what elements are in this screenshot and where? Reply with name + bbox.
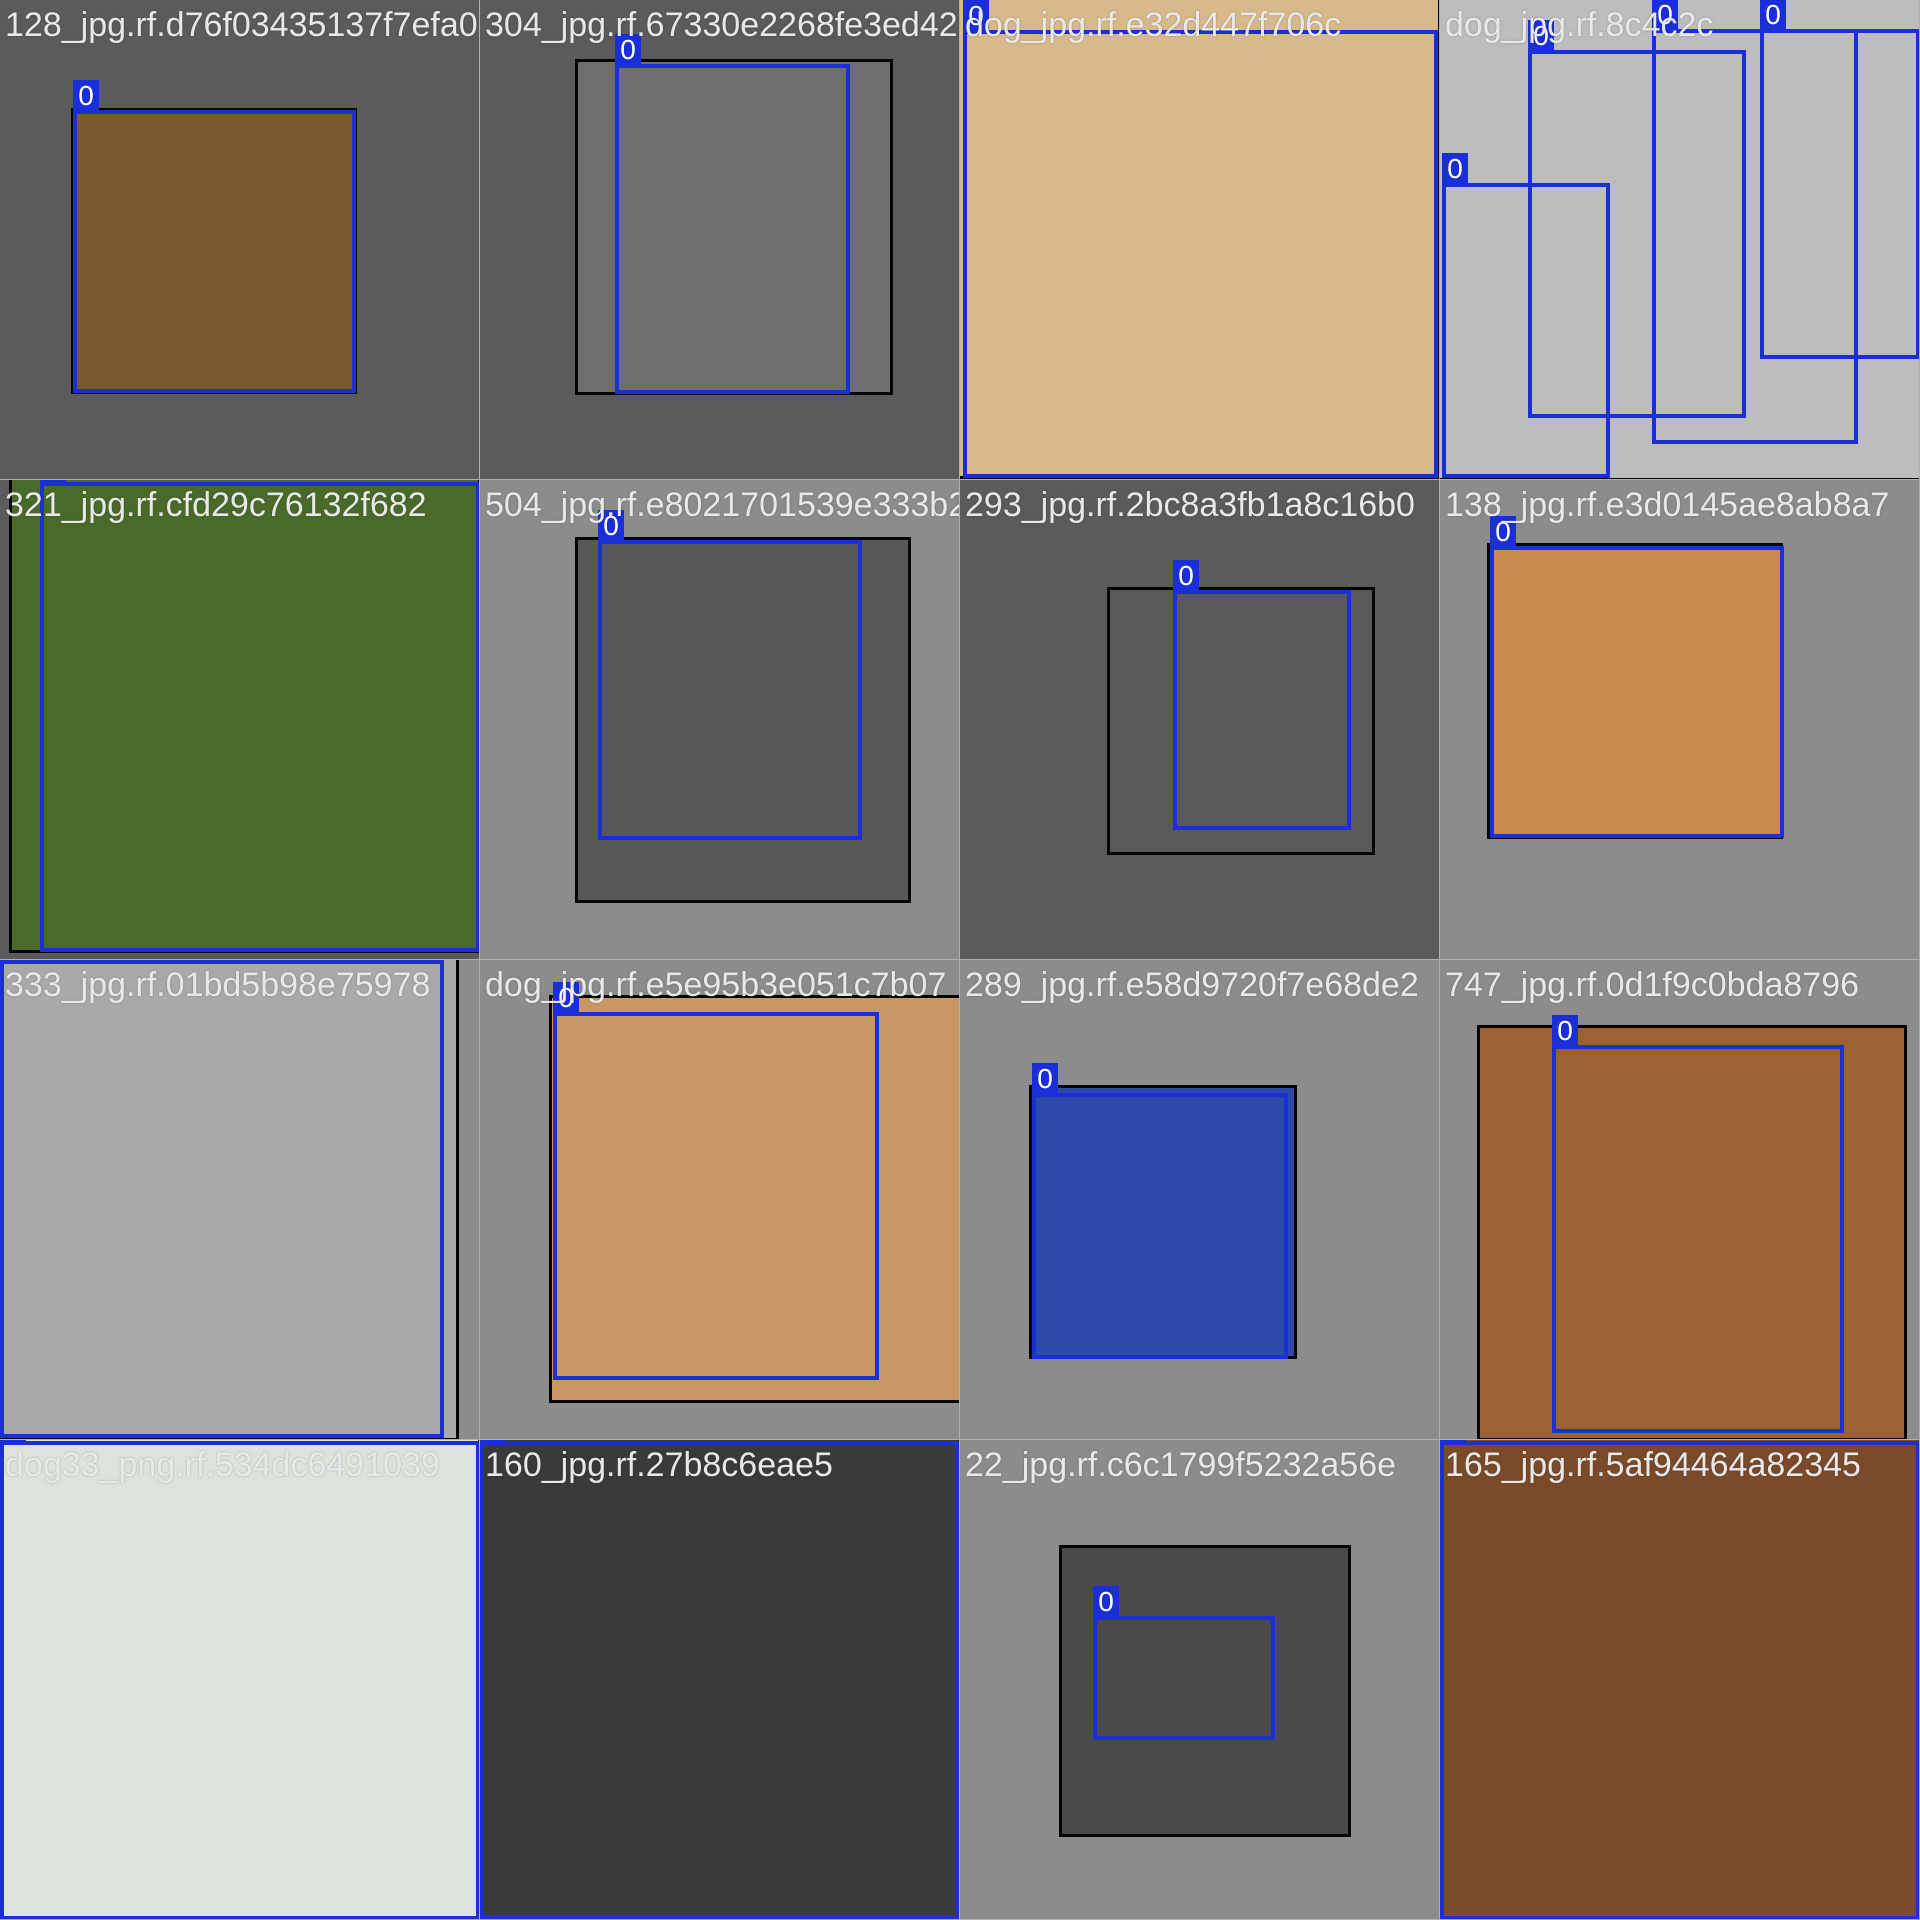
class-label: 0 bbox=[1032, 1063, 1058, 1095]
image-filename: 333_jpg.rf.01bd5b98e75978 bbox=[5, 966, 431, 1004]
bounding-box: 0 bbox=[1093, 1586, 1275, 1740]
bounding-box: 0 bbox=[1032, 1063, 1288, 1359]
image-filename: 289_jpg.rf.e58d9720f7e68de2 bbox=[965, 966, 1419, 1004]
class-label: 0 bbox=[1440, 1440, 1466, 1443]
class-label: 0 bbox=[73, 80, 99, 112]
bounding-box: 0 bbox=[0, 1440, 479, 1919]
mosaic-tile: 0 304_jpg.rf.67330e2268fe3ed4292 bbox=[480, 0, 960, 480]
mosaic-tile: 0 504_jpg.rf.e8021701539e333b2 bbox=[480, 480, 960, 960]
mosaic-tile: 0 dog_jpg.rf.e32d447f706c bbox=[960, 0, 1440, 480]
detection-mosaic: 0 128_jpg.rf.d76f03435137f7efa0 0 304_jp… bbox=[0, 0, 1920, 1920]
mosaic-tile: 0 138_jpg.rf.e3d0145ae8ab8a7 bbox=[1440, 480, 1920, 960]
image-filename: 165_jpg.rf.5af94464a82345 bbox=[1445, 1446, 1861, 1484]
image-filename: 321_jpg.rf.cfd29c76132f682 bbox=[5, 486, 427, 524]
mosaic-tile: 0 321_jpg.rf.cfd29c76132f682 bbox=[0, 480, 480, 960]
image-filename: dog_jpg.rf.8c4c2c bbox=[1445, 6, 1714, 44]
image-filename: 22_jpg.rf.c6c1799f5232a56e bbox=[965, 1446, 1397, 1484]
mosaic-tile: 0 128_jpg.rf.d76f03435137f7efa0 bbox=[0, 0, 480, 480]
class-label: 0 bbox=[1173, 560, 1199, 592]
bounding-box: 0 bbox=[1173, 560, 1351, 830]
image-filename: 293_jpg.rf.2bc8a3fb1a8c16b0 bbox=[965, 486, 1415, 524]
class-label: 0 bbox=[0, 960, 26, 962]
bounding-box: 0 bbox=[1440, 1440, 1919, 1919]
image-filename: dog_jpg.rf.e5e95b3e051c7b07 bbox=[485, 966, 947, 1004]
bounding-box: 0 bbox=[0, 960, 444, 1438]
image-filename: 504_jpg.rf.e8021701539e333b2 bbox=[485, 486, 960, 524]
class-label: 0 bbox=[40, 480, 66, 484]
image-filename: 304_jpg.rf.67330e2268fe3ed4292 bbox=[485, 6, 960, 44]
mosaic-tile: 0 160_jpg.rf.27b8c6eae5 bbox=[480, 1440, 960, 1920]
bounding-box: 0 bbox=[1760, 0, 1919, 359]
class-label: 0 bbox=[1552, 1015, 1578, 1047]
bounding-box: 0 bbox=[598, 510, 862, 840]
image-filename: dog33_png.rf.534dc6491039 bbox=[5, 1446, 440, 1484]
class-label: 0 bbox=[1442, 153, 1468, 185]
mosaic-tile: 0 333_jpg.rf.01bd5b98e75978 bbox=[0, 960, 480, 1440]
bounding-box: 0 bbox=[40, 480, 479, 952]
bounding-box: 0 bbox=[1490, 516, 1784, 838]
bounding-box: 0 bbox=[615, 34, 850, 394]
mosaic-tile: 0 289_jpg.rf.e58d9720f7e68de2 bbox=[960, 960, 1440, 1440]
class-label: 0 bbox=[1760, 0, 1786, 31]
mosaic-tile: 0 dog33_png.rf.534dc6491039 bbox=[0, 1440, 480, 1920]
bounding-box: 0 bbox=[553, 982, 879, 1380]
mosaic-tile: 0 22_jpg.rf.c6c1799f5232a56e bbox=[960, 1440, 1440, 1920]
mosaic-tile: 0 dog_jpg.rf.e5e95b3e051c7b07 bbox=[480, 960, 960, 1440]
image-filename: dog_jpg.rf.e32d447f706c bbox=[965, 6, 1342, 44]
image-filename: 747_jpg.rf.0d1f9c0bda8796 bbox=[1445, 966, 1860, 1004]
mosaic-tile: 0 165_jpg.rf.5af94464a82345 bbox=[1440, 1440, 1920, 1920]
bounding-box: 0 bbox=[480, 1440, 959, 1919]
class-label: 0 bbox=[0, 1440, 26, 1443]
mosaic-tile: 0 293_jpg.rf.2bc8a3fb1a8c16b0 bbox=[960, 480, 1440, 960]
image-filename: 138_jpg.rf.e3d0145ae8ab8a7 bbox=[1445, 486, 1890, 524]
class-label: 0 bbox=[1093, 1586, 1119, 1618]
image-filename: 128_jpg.rf.d76f03435137f7efa0 bbox=[5, 6, 478, 44]
class-label: 0 bbox=[480, 1440, 506, 1443]
bounding-box: 0 bbox=[73, 80, 356, 393]
bounding-box: 0 bbox=[963, 0, 1438, 478]
mosaic-tile: 0 0 0 0 dog_jpg.rf.8c4c2c bbox=[1440, 0, 1920, 480]
bounding-box: 0 bbox=[1552, 1015, 1844, 1433]
image-filename: 160_jpg.rf.27b8c6eae5 bbox=[485, 1446, 833, 1484]
mosaic-tile: 0 747_jpg.rf.0d1f9c0bda8796 bbox=[1440, 960, 1920, 1440]
